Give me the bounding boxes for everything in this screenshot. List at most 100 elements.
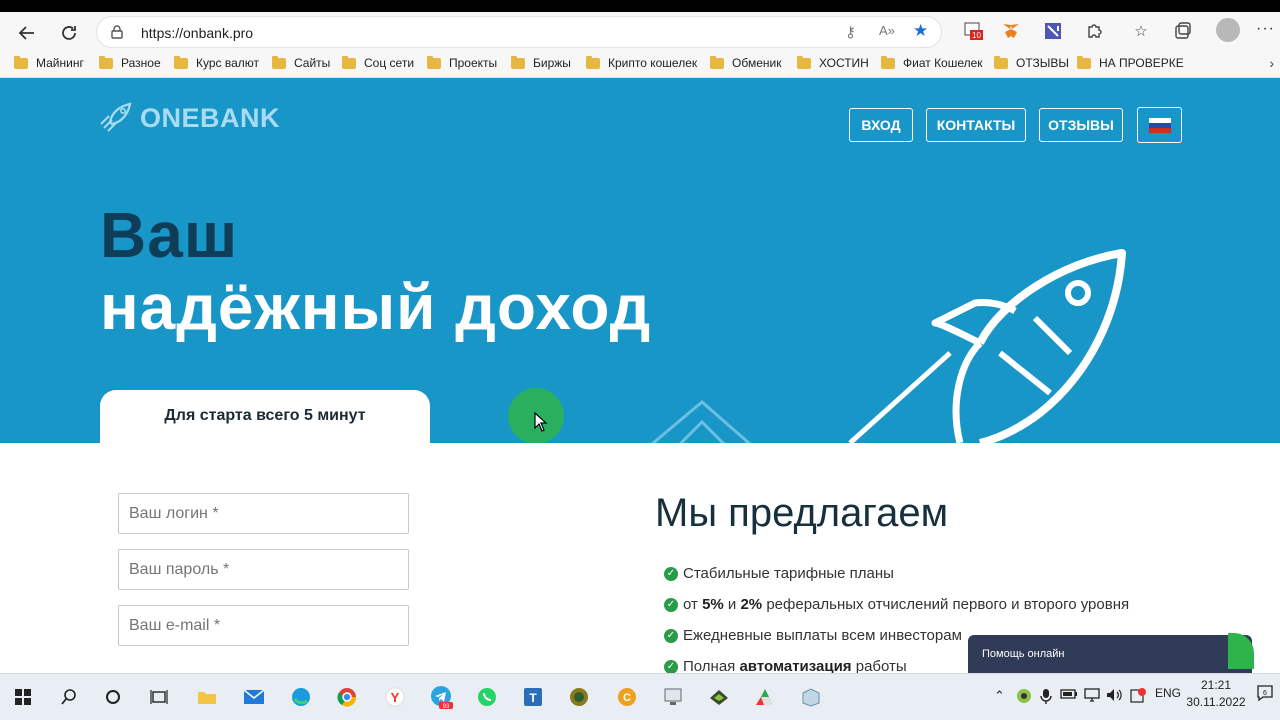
check-icon: ✓: [664, 628, 678, 643]
key-icon[interactable]: ⚷: [845, 23, 856, 41]
yandex-browser-icon[interactable]: Y: [380, 682, 410, 712]
contacts-nav-button[interactable]: КОНТАКТЫ: [926, 108, 1026, 142]
site-logo[interactable]: ONEBANK: [98, 102, 280, 134]
svg-text:T: T: [529, 691, 537, 705]
reviews-nav-button[interactable]: ОТЗЫВЫ: [1039, 108, 1123, 142]
reload-icon[interactable]: [54, 18, 84, 48]
svg-text:Y: Y: [391, 690, 400, 705]
chrome-icon[interactable]: [332, 682, 362, 712]
calendar-extension-icon[interactable]: 10: [962, 20, 984, 42]
folder-icon: [1077, 55, 1091, 69]
folder-icon: [511, 55, 525, 69]
folder-icon: [710, 55, 724, 69]
extensions-puzzle-icon[interactable]: [1084, 20, 1106, 42]
start-info-tab: Для старта всего 5 минут: [100, 390, 430, 443]
bookmark-folder[interactable]: ОТЗЫВЫ: [994, 55, 1069, 70]
svg-text:6: 6: [1263, 690, 1267, 697]
favorites-icon[interactable]: ☆: [1130, 20, 1152, 42]
hero-section: ONEBANK ВХОД КОНТАКТЫ ОТЗЫВЫ Ваш надёжны…: [0, 78, 1280, 443]
bookmark-folder[interactable]: Сайты: [272, 55, 330, 70]
check-icon: ✓: [664, 566, 678, 581]
monitor-app-icon[interactable]: [658, 682, 688, 712]
bookmark-folder[interactable]: НА ПРОВЕРКЕ: [1077, 55, 1184, 70]
offer-list-item: ✓ Ежедневные выплаты всем инвесторам: [664, 627, 962, 644]
file-explorer-icon[interactable]: [192, 682, 222, 712]
back-icon[interactable]: [12, 18, 42, 48]
online-help-chat-button[interactable]: Помощь онлайн: [968, 635, 1252, 673]
profile-avatar[interactable]: [1216, 18, 1240, 42]
task-view-icon[interactable]: [144, 682, 174, 712]
bookmarks-bar: Майнинг Разное Курс валют Сайты Соц сети…: [0, 52, 1280, 76]
mouse-cursor-icon: [534, 412, 548, 432]
password-input[interactable]: [118, 549, 409, 590]
bookmark-folder[interactable]: Майнинг: [14, 55, 84, 70]
offer-list-item: ✓ от 5% и 2% реферальных отчислений перво…: [664, 596, 1129, 613]
login-nav-button[interactable]: ВХОД: [849, 108, 913, 142]
cortana-icon[interactable]: [98, 682, 128, 712]
windows-start-icon[interactable]: [8, 682, 38, 712]
app-emblem-icon[interactable]: [564, 682, 594, 712]
address-bar[interactable]: https://onbank.pro ⚷ A» ★: [96, 16, 942, 48]
bookmark-folder[interactable]: Проекты: [427, 55, 497, 70]
check-icon: ✓: [664, 659, 678, 674]
app-c-icon[interactable]: C: [612, 682, 642, 712]
main-content: Мы предлагаем ✓Стабильные тарифные планы…: [0, 443, 1280, 675]
extension-purple-icon[interactable]: [1042, 20, 1064, 42]
folder-icon: [994, 55, 1008, 69]
network-icon[interactable]: [1084, 688, 1100, 705]
whatsapp-icon[interactable]: [472, 682, 502, 712]
top-black-strip: [0, 0, 1280, 12]
mail-icon[interactable]: [239, 682, 269, 712]
tray-chevron-up-icon[interactable]: ⌃: [994, 688, 1005, 704]
collections-icon[interactable]: [1172, 20, 1194, 42]
microphone-icon[interactable]: [1040, 688, 1052, 707]
metamask-icon[interactable]: [1000, 20, 1022, 42]
folder-icon: [14, 55, 28, 69]
edge-browser-icon[interactable]: [286, 682, 316, 712]
language-indicator[interactable]: ENG: [1155, 686, 1181, 700]
bookmark-folder[interactable]: Разное: [99, 55, 161, 70]
favorite-star-icon[interactable]: ★: [913, 21, 928, 41]
search-icon[interactable]: [54, 682, 84, 712]
app-box-icon[interactable]: [796, 682, 826, 712]
bookmark-folder[interactable]: Биржы: [511, 55, 571, 70]
folder-icon: [427, 55, 441, 69]
battery-icon[interactable]: [1060, 688, 1078, 703]
folder-icon: [174, 55, 188, 69]
system-clock[interactable]: 21:21 30.11.2022: [1186, 677, 1246, 711]
volume-icon[interactable]: [1106, 688, 1124, 705]
more-menu-icon[interactable]: ···: [1256, 20, 1275, 38]
app-color-triangle-icon[interactable]: [750, 682, 780, 712]
svg-text:93: 93: [443, 704, 450, 709]
bookmark-folder[interactable]: Курс валют: [174, 55, 259, 70]
chevron-right-icon[interactable]: ›: [1269, 55, 1274, 71]
read-aloud-icon[interactable]: A»: [879, 23, 895, 38]
bookmark-folder[interactable]: Соц сети: [342, 55, 414, 70]
svg-text:10: 10: [972, 31, 981, 40]
login-input[interactable]: [118, 493, 409, 534]
tray-app-icon[interactable]: [1016, 688, 1032, 707]
telegram-icon[interactable]: 93: [426, 682, 456, 712]
browser-chrome: https://onbank.pro ⚷ A» ★ 10 ☆ ··· Майни…: [0, 12, 1280, 78]
bookmark-folder[interactable]: Обменик: [710, 55, 781, 70]
offer-list-item: ✓ Стабильные тарифные планы: [664, 565, 894, 582]
bookmark-folder[interactable]: ХОСТИН: [797, 55, 869, 70]
app-t-icon[interactable]: T: [518, 682, 548, 712]
gpu-app-icon[interactable]: [704, 682, 734, 712]
folder-icon: [272, 55, 286, 69]
check-icon: ✓: [664, 597, 678, 612]
rocket-logo-icon: [100, 102, 132, 132]
paper-plane-decor-icon: [651, 400, 751, 443]
folder-icon: [586, 55, 600, 69]
hero-title-line2: надёжный доход: [100, 271, 652, 343]
bookmark-folder[interactable]: Фиат Кошелек: [881, 55, 983, 70]
bookmark-folder[interactable]: Крипто кошелек: [586, 55, 697, 70]
russia-flag-icon: [1148, 117, 1171, 133]
svg-text:C: C: [623, 692, 631, 704]
url-text[interactable]: https://onbank.pro: [141, 25, 253, 41]
notification-badge-icon[interactable]: [1130, 688, 1146, 707]
email-input[interactable]: [118, 605, 409, 646]
language-flag-button[interactable]: [1137, 107, 1182, 143]
lock-icon: [111, 25, 123, 42]
action-center-icon[interactable]: 6: [1256, 684, 1274, 705]
